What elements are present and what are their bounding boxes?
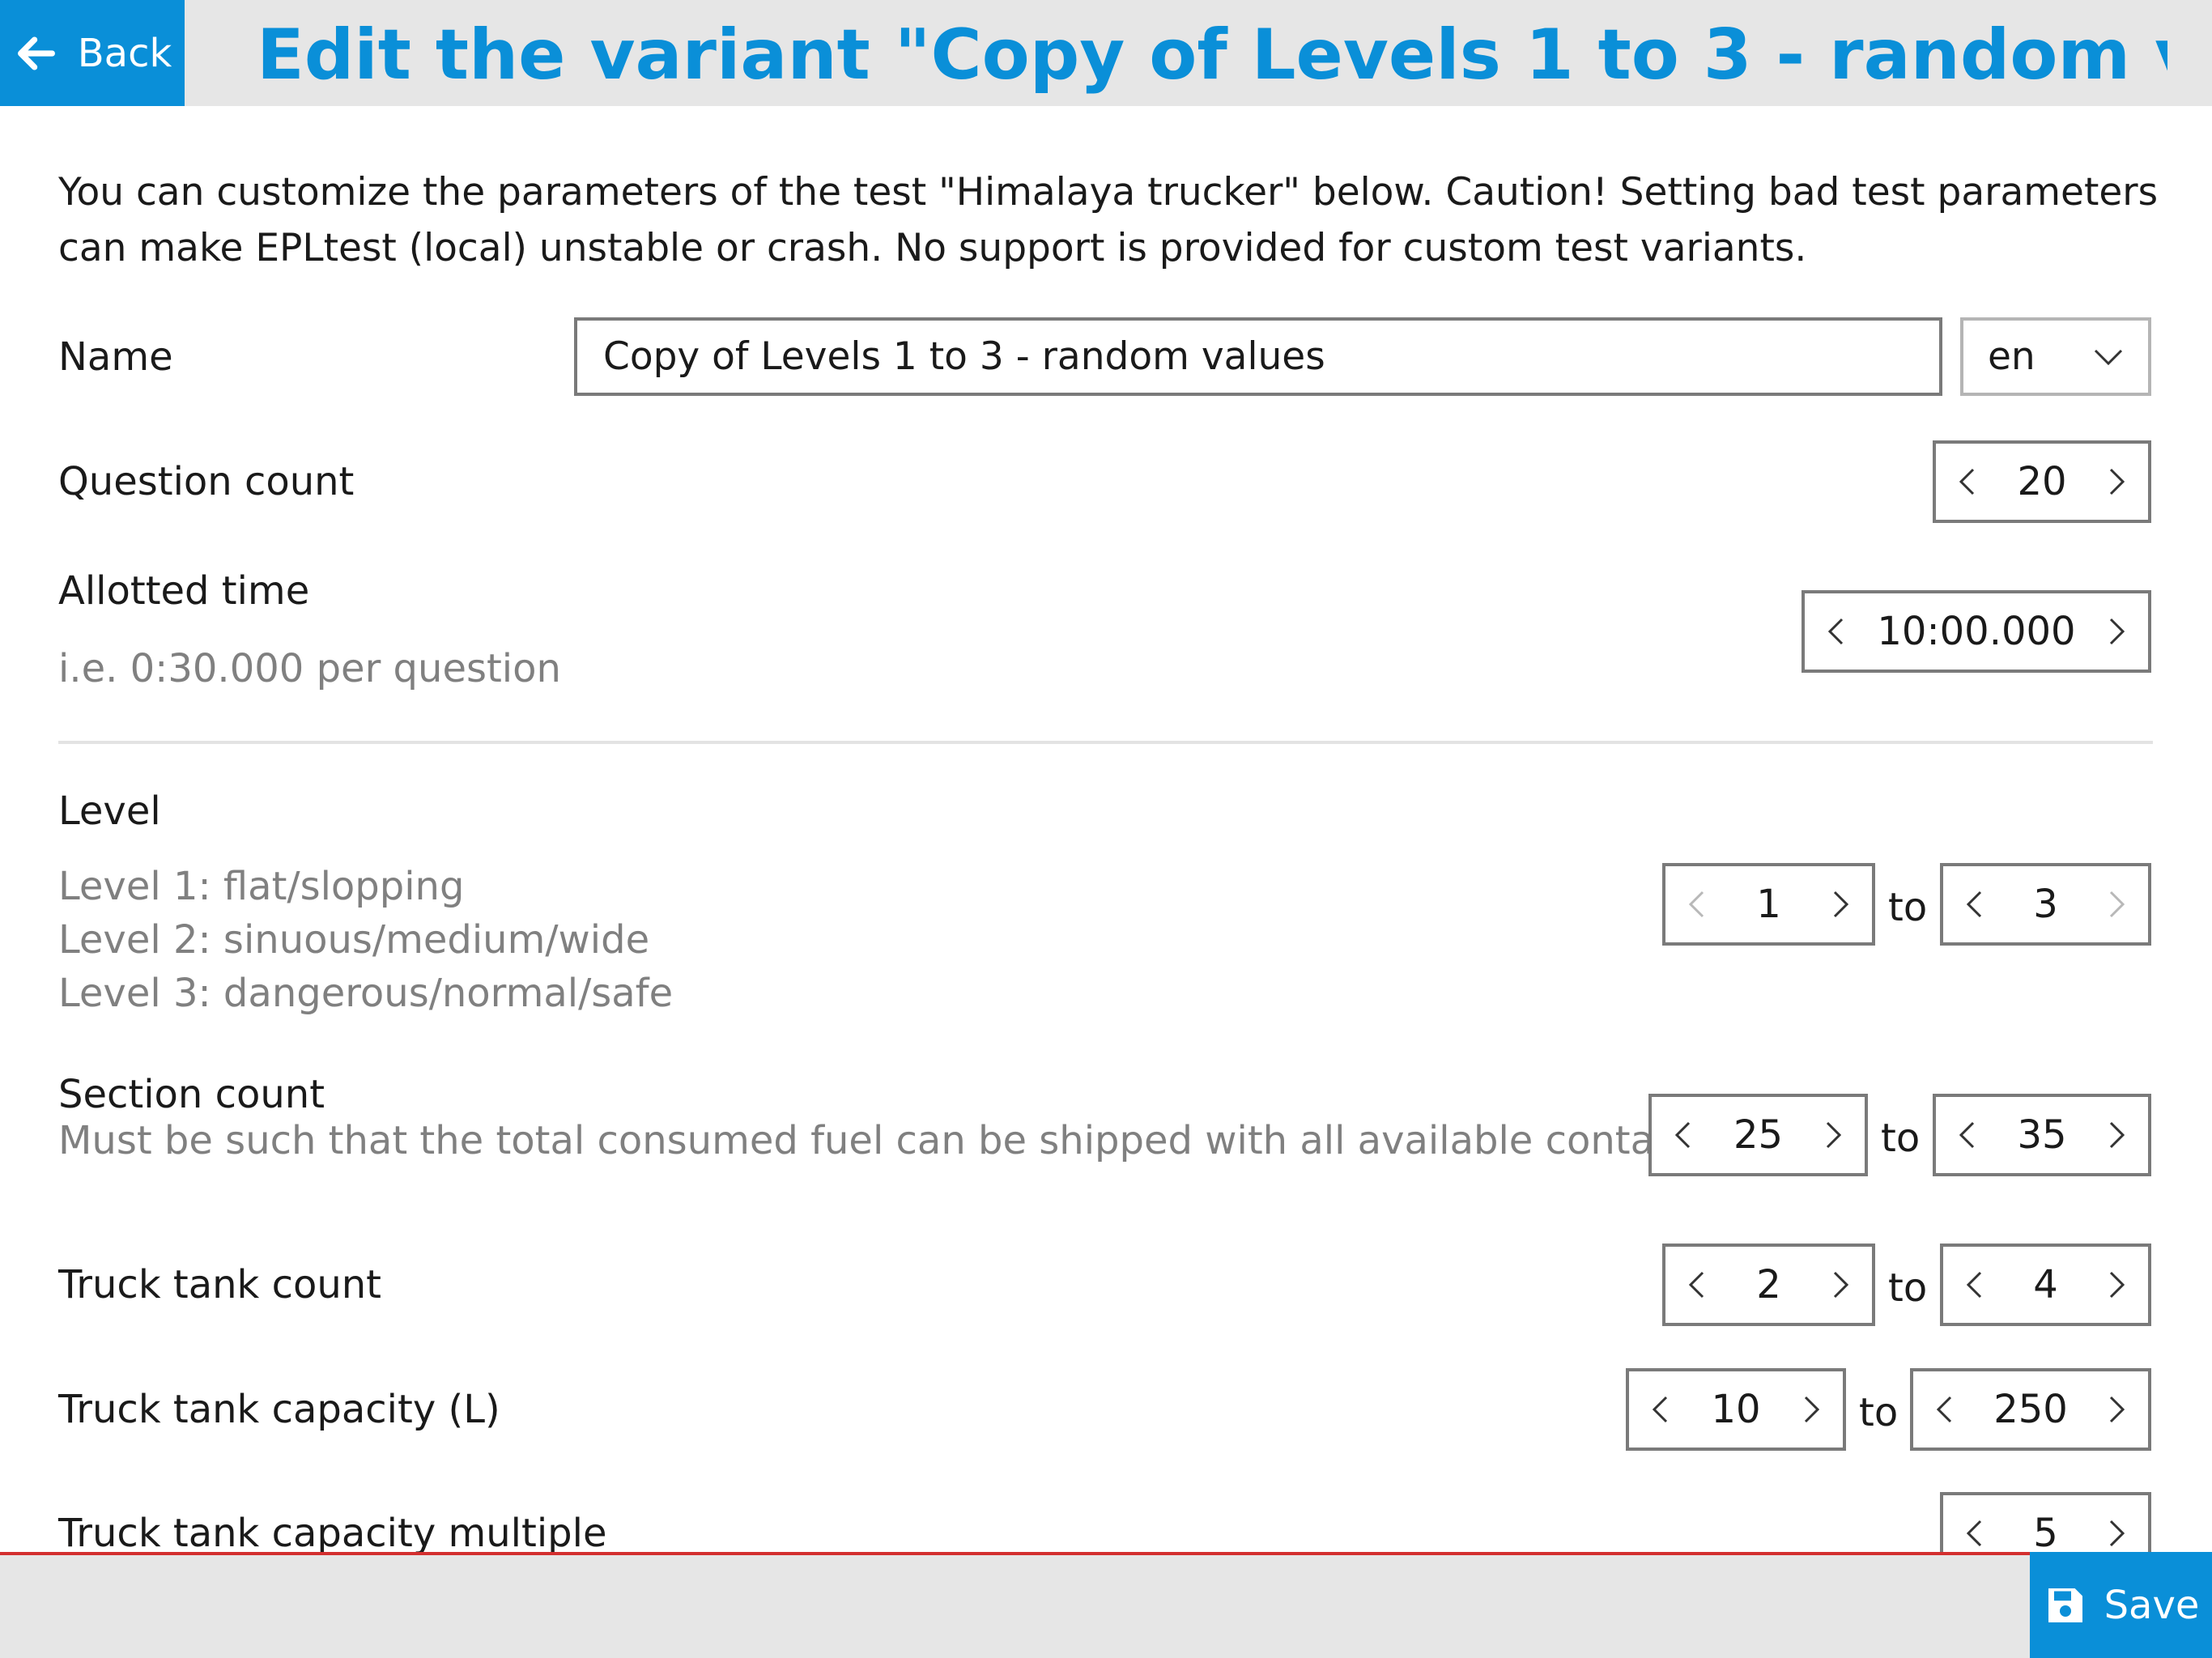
chevron-right-icon <box>1833 1271 1849 1299</box>
chevron-left-icon <box>1959 468 1975 495</box>
decrement-button[interactable] <box>1947 1116 1986 1154</box>
decrement-button[interactable] <box>1955 885 1993 924</box>
stepper-value: 3 <box>2033 882 2058 927</box>
increment-button[interactable] <box>2098 612 2137 651</box>
chevron-left-icon <box>1827 618 1844 645</box>
allotted-time-hint: i.e. 0:30.000 per question <box>58 646 561 691</box>
page-title: Edit the variant "Copy of Levels 1 to 3 … <box>257 15 2167 96</box>
level-hint-1: Level 1: flat/slopping <box>58 864 465 909</box>
chevron-right-icon <box>2109 1520 2125 1547</box>
level-min-stepper[interactable]: 1 <box>1662 863 1875 946</box>
section-count-hint: Must be such that the total consumed fue… <box>58 1118 1750 1163</box>
intro-text: You can customize the parameters of the … <box>58 170 2159 270</box>
truck-tank-count-label: Truck tank count <box>58 1262 381 1307</box>
language-select[interactable]: en <box>1960 317 2151 396</box>
level-hint-3: Level 3: dangerous/normal/safe <box>58 971 674 1016</box>
chevron-left-icon <box>1936 1396 1952 1423</box>
increment-button[interactable] <box>2098 1390 2137 1429</box>
decrement-button[interactable] <box>1955 1514 1993 1552</box>
range-separator: to <box>1888 885 1928 930</box>
chevron-right-icon <box>1833 891 1849 918</box>
increment-button[interactable] <box>1822 1265 1861 1304</box>
increment-button[interactable] <box>1822 885 1861 924</box>
chevron-right-icon <box>2109 618 2125 645</box>
floppy-disk-icon <box>2048 1588 2082 1622</box>
chevron-right-icon <box>1826 1121 1842 1149</box>
chevron-right-icon <box>2109 468 2125 495</box>
increment-button[interactable] <box>2098 1514 2137 1552</box>
section-count-max-stepper[interactable]: 35 <box>1933 1094 2151 1176</box>
question-count-stepper[interactable]: 20 <box>1933 440 2151 523</box>
language-select-value: en <box>1988 334 2035 379</box>
truck-tank-count-min-stepper[interactable]: 2 <box>1662 1244 1875 1326</box>
back-button-label: Back <box>77 30 172 76</box>
decrement-button[interactable] <box>1816 612 1855 651</box>
increment-button[interactable] <box>2098 1265 2137 1304</box>
header-bar: Back Edit the variant "Copy of Levels 1 … <box>0 0 2212 106</box>
section-divider <box>58 741 2153 744</box>
truck-tank-count-max-stepper[interactable]: 4 <box>1940 1244 2151 1326</box>
truck-tank-capacity-multiple-label: Truck tank capacity multiple <box>58 1511 607 1552</box>
allotted-time-stepper[interactable]: 10:00.000 <box>1802 590 2151 673</box>
decrement-button[interactable] <box>1925 1390 1963 1429</box>
chevron-right-icon <box>2109 1396 2125 1423</box>
save-button-label: Save <box>2104 1582 2200 1628</box>
decrement-button[interactable] <box>1947 462 1986 501</box>
decrement-button[interactable] <box>1663 1116 1702 1154</box>
level-hint-2: Level 2: sinuous/medium/wide <box>58 917 650 963</box>
save-button[interactable]: Save <box>2030 1552 2212 1658</box>
chevron-right-icon <box>2109 1271 2125 1299</box>
stepper-value: 10:00.000 <box>1877 609 2076 654</box>
chevron-left-icon <box>1966 891 1982 918</box>
level-label: Level <box>58 789 161 834</box>
increment-button[interactable] <box>2098 885 2137 924</box>
increment-button[interactable] <box>1793 1390 1831 1429</box>
arrow-left-icon <box>17 36 55 70</box>
allotted-time-label: Allotted time <box>58 568 310 614</box>
back-button[interactable]: Back <box>0 0 185 106</box>
variant-form: You can customize the parameters of the … <box>0 106 2212 1552</box>
chevron-right-icon <box>1804 1396 1820 1423</box>
chevron-left-icon <box>1674 1121 1691 1149</box>
chevron-left-icon <box>1959 1121 1975 1149</box>
decrement-button[interactable] <box>1640 1390 1679 1429</box>
truck-tank-capacity-min-stepper[interactable]: 10 <box>1626 1368 1846 1451</box>
chevron-left-icon <box>1688 1271 1704 1299</box>
level-max-stepper[interactable]: 3 <box>1940 863 2151 946</box>
section-count-min-stepper[interactable]: 25 <box>1648 1094 1868 1176</box>
stepper-value: 1 <box>1756 882 1781 927</box>
name-label: Name <box>58 334 173 380</box>
footer-bar: Save <box>0 1552 2212 1658</box>
chevron-left-icon <box>1966 1271 1982 1299</box>
chevron-left-icon <box>1652 1396 1668 1423</box>
stepper-value: 250 <box>1993 1387 2068 1432</box>
decrement-button[interactable] <box>1677 885 1716 924</box>
chevron-right-icon <box>2109 891 2125 918</box>
stepper-value: 25 <box>1733 1112 1784 1158</box>
truck-tank-capacity-label: Truck tank capacity (L) <box>58 1387 500 1432</box>
range-separator: to <box>1859 1390 1899 1435</box>
name-input[interactable] <box>574 317 1942 396</box>
truck-tank-capacity-multiple-stepper[interactable]: 5 <box>1940 1492 2151 1552</box>
range-separator: to <box>1888 1265 1928 1311</box>
increment-button[interactable] <box>2098 1116 2137 1154</box>
chevron-right-icon <box>2109 1121 2125 1149</box>
section-count-label: Section count <box>58 1072 325 1117</box>
stepper-value: 35 <box>2017 1112 2067 1158</box>
range-separator: to <box>1881 1116 1921 1161</box>
stepper-value: 5 <box>2033 1511 2058 1552</box>
decrement-button[interactable] <box>1955 1265 1993 1304</box>
increment-button[interactable] <box>1814 1116 1853 1154</box>
decrement-button[interactable] <box>1677 1265 1716 1304</box>
increment-button[interactable] <box>2098 462 2137 501</box>
chevron-down-icon <box>2094 349 2123 365</box>
stepper-value: 2 <box>1756 1262 1781 1307</box>
question-count-label: Question count <box>58 459 355 504</box>
chevron-left-icon <box>1688 891 1704 918</box>
stepper-value: 10 <box>1711 1387 1761 1432</box>
stepper-value: 4 <box>2033 1262 2058 1307</box>
stepper-value: 20 <box>2017 459 2067 504</box>
truck-tank-capacity-max-stepper[interactable]: 250 <box>1910 1368 2151 1451</box>
chevron-left-icon <box>1966 1520 1982 1547</box>
